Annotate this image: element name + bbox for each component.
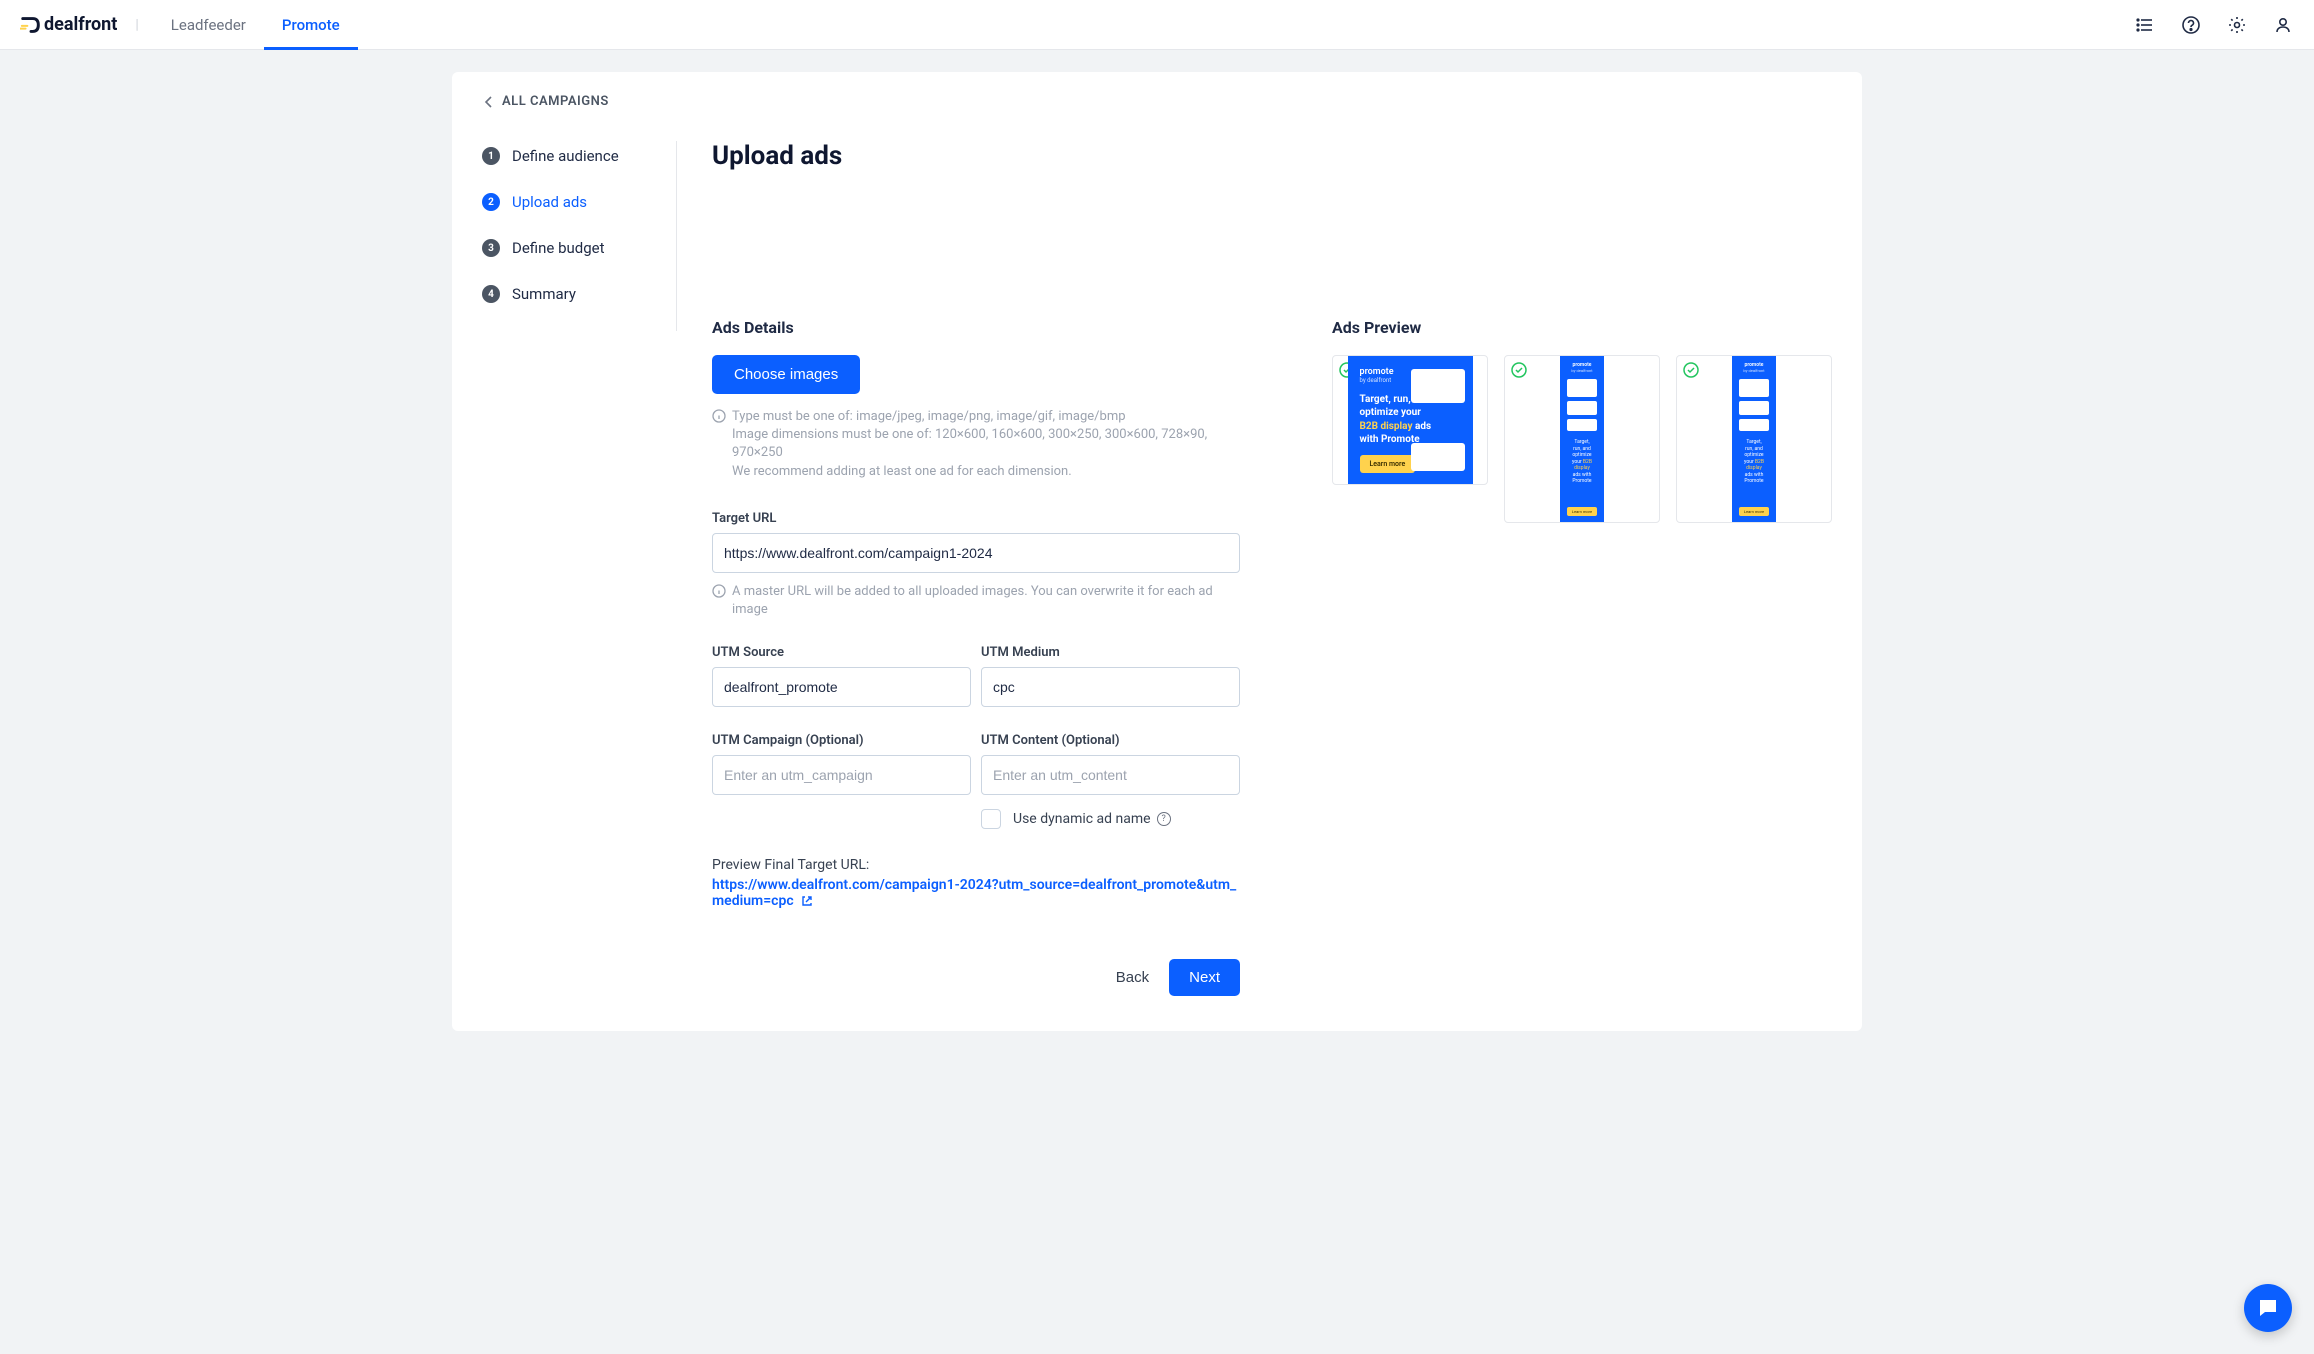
dynamic-ad-name-checkbox[interactable] (981, 809, 1001, 829)
info-icon (712, 409, 726, 423)
ads-details-heading: Ads Details (712, 318, 1240, 337)
preview-final-url-link[interactable]: https://www.dealfront.com/campaign1-2024… (712, 877, 1236, 909)
ads-preview-heading: Ads Preview (1332, 318, 1832, 337)
check-icon (1511, 362, 1527, 378)
utm-campaign-input[interactable] (712, 755, 971, 795)
target-url-hint-row: A master URL will be added to all upload… (712, 583, 1240, 619)
utm-content-label: UTM Content (Optional) (981, 733, 1240, 748)
ad-mock-graphic (1567, 379, 1597, 397)
gear-icon[interactable] (2226, 14, 2248, 36)
ad-mock-graphic (1739, 401, 1769, 415)
ads-details-panel: Ads Details Choose images Type must be o… (712, 318, 1240, 996)
hint-line: Image dimensions must be one of: 120×600… (732, 426, 1240, 462)
chat-launcher[interactable] (2244, 1284, 2292, 1332)
preview-final-url-label: Preview Final Target URL: (712, 857, 1240, 873)
step-define-budget[interactable]: 3 Define budget (482, 239, 646, 257)
ad-mock-graphic (1411, 443, 1465, 471)
back-button[interactable]: Back (1116, 969, 1149, 986)
target-url-hint: A master URL will be added to all upload… (732, 583, 1240, 619)
step-summary[interactable]: 4 Summary (482, 285, 646, 303)
nav-promote[interactable]: Promote (264, 0, 358, 49)
images-hint: Type must be one of: image/jpeg, image/p… (712, 408, 1240, 481)
breadcrumb-all-campaigns[interactable]: ALL CAMPAIGNS (482, 94, 1832, 109)
logo[interactable]: dealfront (20, 14, 117, 36)
step-upload-ads[interactable]: 2 Upload ads (482, 193, 646, 211)
step-label: Define budget (512, 239, 605, 257)
page-card: ALL CAMPAIGNS 1 Define audience 2 Upload… (452, 72, 1862, 1031)
nav-divider: | (135, 17, 138, 33)
page-title: Upload ads (712, 141, 1832, 171)
utm-medium-label: UTM Medium (981, 645, 1240, 660)
choose-images-button[interactable]: Choose images (712, 355, 860, 394)
step-label: Define audience (512, 147, 619, 165)
nav-leadfeeder[interactable]: Leadfeeder (153, 0, 264, 49)
ad-preview-tile[interactable]: promote by dealfront Target, run, and op… (1332, 355, 1488, 485)
step-number: 3 (482, 239, 500, 257)
utm-content-input[interactable] (981, 755, 1240, 795)
next-button[interactable]: Next (1169, 959, 1240, 996)
chat-icon (2256, 1296, 2280, 1320)
utm-campaign-label: UTM Campaign (Optional) (712, 733, 971, 748)
target-url-input[interactable] (712, 533, 1240, 573)
dynamic-ad-name-label: Use dynamic ad name (1013, 811, 1151, 827)
ad-mock-graphic (1411, 369, 1465, 403)
list-icon[interactable] (2134, 14, 2156, 36)
target-url-label: Target URL (712, 511, 1240, 526)
user-icon[interactable] (2272, 14, 2294, 36)
help-icon[interactable]: ? (1157, 812, 1171, 826)
ad-cta: Learn more (1360, 455, 1416, 473)
ad-preview-tile[interactable]: promote by dealfront Target, run, and op… (1676, 355, 1832, 523)
step-number: 2 (482, 193, 500, 211)
step-label: Upload ads (512, 193, 587, 211)
step-label: Summary (512, 285, 576, 303)
hint-line: We recommend adding at least one ad for … (732, 463, 1240, 481)
ad-preview-tile[interactable]: promote by dealfront Target, run, and op… (1504, 355, 1660, 523)
ad-mock-graphic (1567, 401, 1597, 415)
check-icon (1683, 362, 1699, 378)
hint-line: Type must be one of: image/jpeg, image/p… (732, 408, 1240, 426)
ad-mock-graphic (1567, 419, 1597, 431)
utm-source-input[interactable] (712, 667, 971, 707)
info-icon (712, 584, 726, 598)
logo-text: dealfront (44, 14, 117, 35)
step-number: 4 (482, 285, 500, 303)
step-number: 1 (482, 147, 500, 165)
help-icon[interactable] (2180, 14, 2202, 36)
chevron-left-icon (482, 95, 496, 109)
breadcrumb-label: ALL CAMPAIGNS (502, 94, 609, 109)
utm-medium-input[interactable] (981, 667, 1240, 707)
top-nav: dealfront | Leadfeeder Promote (0, 0, 2314, 50)
step-define-audience[interactable]: 1 Define audience (482, 147, 646, 165)
ads-preview-panel: Ads Preview promote by dealfront (1332, 318, 1832, 996)
wizard-sidebar: 1 Define audience 2 Upload ads 3 Define … (482, 141, 677, 331)
ad-mock-graphic (1739, 379, 1769, 397)
external-link-icon (801, 895, 813, 907)
ad-mock-graphic (1739, 419, 1769, 431)
utm-source-label: UTM Source (712, 645, 971, 660)
